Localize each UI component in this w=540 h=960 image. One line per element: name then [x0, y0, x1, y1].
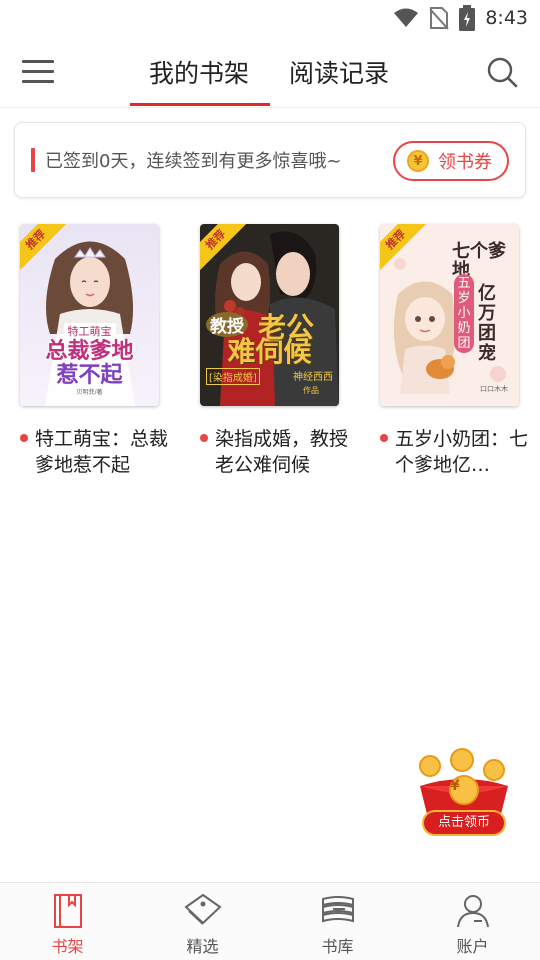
tab-reading-history[interactable]: 阅读记录	[289, 54, 389, 90]
checkin-text: 已签到0天，连续签到有更多惊喜哦~	[45, 151, 342, 172]
cover-title-line: 总裁爹地	[45, 338, 134, 364]
book-item[interactable]: 七个爹地 亿万团宠 五岁小奶团 口口木木 推荐 五岁小奶团：七个爹地亿…	[380, 224, 530, 478]
book-title[interactable]: 特工萌宝：总裁爹地惹不起	[35, 426, 168, 478]
no-sim-icon	[429, 7, 450, 30]
book-title[interactable]: 五岁小奶团：七个爹地亿…	[395, 426, 528, 478]
unread-dot	[380, 434, 388, 442]
nav-account[interactable]: 账户	[405, 883, 540, 960]
book-cover[interactable]: 教授 老公 难伺候 [染指成婚] 神经西西 作品 推荐	[200, 224, 339, 406]
cover-title-line: 惹不起	[56, 362, 123, 388]
cover-title-line: 老公	[258, 311, 315, 344]
coupon-button-label: 领书券	[438, 152, 492, 173]
hamburger-icon[interactable]	[22, 58, 54, 86]
nav-label: 精选	[186, 937, 219, 956]
unread-dot	[20, 434, 28, 442]
cover-subtitle: 特工萌宝	[63, 323, 116, 339]
checkin-card: 已签到0天，连续签到有更多惊喜哦~ ¥ 领书券	[14, 122, 526, 198]
nav-label: 书库	[321, 937, 354, 956]
claim-coupon-button[interactable]: ¥ 领书券	[393, 141, 509, 181]
cover-author: 贝明菲/著	[76, 389, 103, 396]
book-item[interactable]: 教授 老公 难伺候 [染指成婚] 神经西西 作品 推荐 染指成婚，教授老公难伺候	[200, 224, 350, 478]
battery-charging-icon	[459, 5, 476, 31]
cover-title-block: 教授 老公 难伺候 [染指成婚] 神经西西 作品	[200, 311, 339, 396]
tag-icon	[184, 893, 222, 925]
status-bar: 8:43	[0, 0, 540, 36]
nav-library[interactable]: 书库	[270, 883, 405, 960]
claim-coins-widget[interactable]: ¥ 点击领币	[416, 748, 512, 840]
cover-title-block: 七个爹地 亿万团宠 五岁小奶团 口口木木	[380, 224, 519, 406]
nav-featured[interactable]: 精选	[135, 883, 270, 960]
account-icon	[457, 895, 489, 928]
coin-glyph: ¥	[450, 778, 460, 794]
cover-title-block: 特工萌宝 总裁爹地 惹不起 贝明菲/著	[20, 320, 159, 396]
checkin-accent-bar	[31, 148, 35, 172]
nav-label: 书架	[51, 937, 84, 956]
coin-icon: ¥	[407, 150, 429, 172]
book-cover[interactable]: 七个爹地 亿万团宠 五岁小奶团 口口木木 推荐	[380, 224, 519, 406]
cover-title-line: 教授	[206, 312, 248, 337]
bottom-navigation: 书架 精选 书库 账户	[0, 882, 540, 960]
book-title[interactable]: 染指成婚，教授老公难伺候	[215, 426, 348, 478]
cover-author: 神经西西	[293, 372, 333, 383]
cover-subtitle: 五岁小奶团	[454, 274, 474, 353]
book-title-row: 染指成婚，教授老公难伺候	[200, 426, 348, 478]
unread-dot	[200, 434, 208, 442]
top-header: 我的书架 阅读记录	[0, 36, 540, 108]
claim-coins-label: 点击领币	[422, 810, 506, 836]
cover-author: 口口木木	[480, 385, 508, 393]
search-icon[interactable]	[486, 56, 518, 88]
nav-label: 账户	[456, 937, 489, 956]
wifi-icon	[394, 8, 419, 27]
cover-title-line: 亿万团宠	[478, 283, 496, 364]
library-icon	[322, 896, 354, 923]
cover-suffix: 作品	[303, 386, 319, 395]
status-icons: 8:43	[393, 4, 528, 32]
active-tab-indicator	[130, 103, 270, 106]
book-title-row: 五岁小奶团：七个爹地亿…	[380, 426, 528, 478]
book-item[interactable]: 特工萌宝 总裁爹地 惹不起 贝明菲/著 推荐 特工萌宝：总裁爹地惹不起	[20, 224, 170, 478]
status-time: 8:43	[485, 7, 528, 29]
book-cover[interactable]: 特工萌宝 总裁爹地 惹不起 贝明菲/著 推荐	[20, 224, 159, 406]
nav-bookshelf[interactable]: 书架	[0, 883, 135, 960]
tab-my-bookshelf[interactable]: 我的书架	[149, 54, 249, 90]
cover-tag: [染指成婚]	[206, 368, 260, 385]
book-title-row: 特工萌宝：总裁爹地惹不起	[20, 426, 168, 478]
bookshelf-icon	[54, 894, 82, 928]
